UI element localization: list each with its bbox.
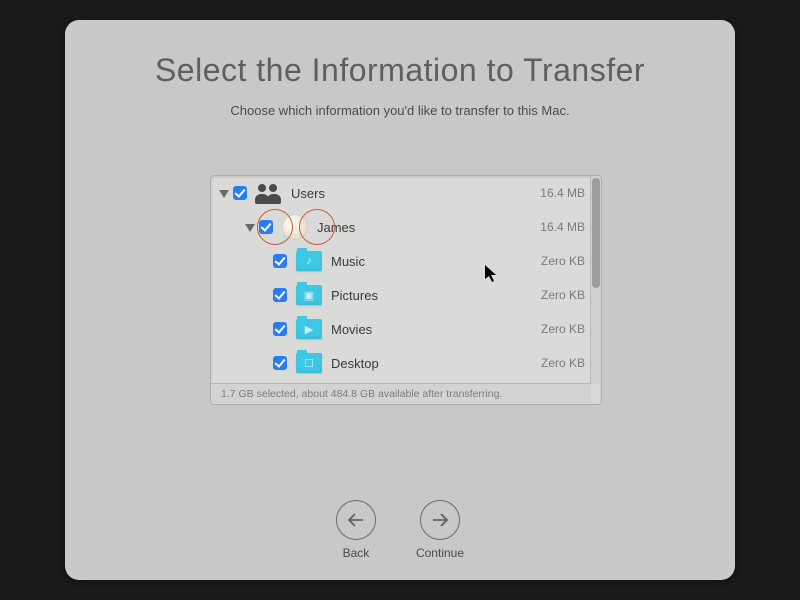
checkbox-pictures[interactable]	[273, 288, 287, 302]
movies-folder-icon: ▶	[295, 317, 323, 341]
nav-bar: Back Continue	[65, 500, 735, 560]
continue-arrow-icon	[420, 500, 460, 540]
migration-assistant-panel: Select the Information to Transfer Choos…	[65, 20, 735, 580]
continue-button[interactable]: Continue	[416, 500, 464, 560]
back-arrow-icon	[336, 500, 376, 540]
baseball-avatar-icon	[281, 215, 309, 239]
page-title: Select the Information to Transfer	[65, 52, 735, 89]
scrollbar[interactable]	[590, 176, 601, 384]
checkbox-movies[interactable]	[273, 322, 287, 336]
checkbox-desktop[interactable]	[273, 356, 287, 370]
tree-row-users[interactable]: Users 16.4 MB	[211, 176, 591, 210]
tree-row-pictures[interactable]: ▣ Pictures Zero KB	[211, 278, 591, 312]
back-button[interactable]: Back	[336, 500, 376, 560]
row-size: Zero KB	[515, 288, 591, 302]
row-label: Pictures	[331, 288, 515, 303]
tree-row-music[interactable]: ♪ Music Zero KB	[211, 244, 591, 278]
row-size: Zero KB	[515, 356, 591, 370]
status-text: 1.7 GB selected, about 484.8 GB availabl…	[211, 383, 591, 404]
disclosure-triangle-icon[interactable]	[245, 222, 255, 232]
row-label: Users	[291, 186, 515, 201]
checkbox-users[interactable]	[233, 186, 247, 200]
row-label: Movies	[331, 322, 515, 337]
row-size: 16.4 MB	[515, 186, 591, 200]
desktop-folder-icon: ☐	[295, 351, 323, 375]
tree-row-movies[interactable]: ▶ Movies Zero KB	[211, 312, 591, 346]
transfer-list: Users 16.4 MB James 16.4 MB ♪	[210, 175, 602, 405]
checkbox-music[interactable]	[273, 254, 287, 268]
music-folder-icon: ♪	[295, 249, 323, 273]
row-size: Zero KB	[515, 254, 591, 268]
users-icon	[255, 181, 283, 205]
row-label: James	[317, 220, 515, 235]
row-size: Zero KB	[515, 322, 591, 336]
tree-row-desktop[interactable]: ☐ Desktop Zero KB	[211, 346, 591, 380]
back-label: Back	[343, 546, 370, 560]
tree-row-james[interactable]: James 16.4 MB	[211, 210, 591, 244]
pictures-folder-icon: ▣	[295, 283, 323, 307]
disclosure-triangle-icon[interactable]	[219, 188, 229, 198]
row-label: Music	[331, 254, 515, 269]
continue-label: Continue	[416, 546, 464, 560]
scrollbar-thumb[interactable]	[592, 178, 600, 288]
scroll-area[interactable]: Users 16.4 MB James 16.4 MB ♪	[211, 176, 591, 384]
row-size: 16.4 MB	[515, 220, 591, 234]
page-subtitle: Choose which information you'd like to t…	[65, 103, 735, 118]
row-label: Desktop	[331, 356, 515, 371]
